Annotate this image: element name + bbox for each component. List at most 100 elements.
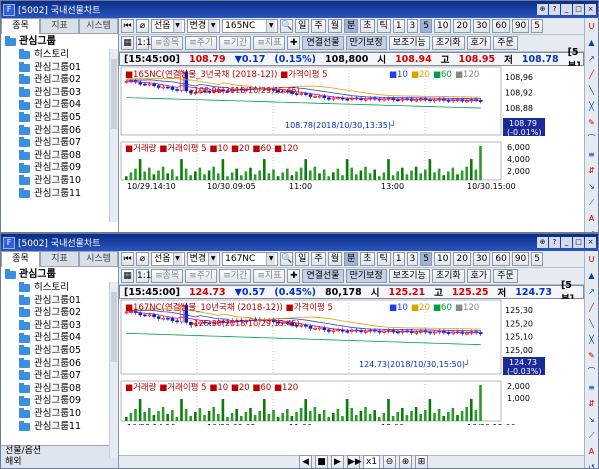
link-icon[interactable]: ⊕	[537, 4, 548, 15]
draw-tool-icon[interactable]: A	[587, 447, 597, 457]
draw-tool-icon[interactable]: ▲	[587, 38, 597, 48]
left-bottom-item[interactable]: 해외	[1, 457, 118, 468]
group-item[interactable]: 관심그룹08	[19, 383, 118, 396]
group-item[interactable]: 관심그룹10	[19, 175, 118, 188]
option-button[interactable]: 주문	[493, 36, 518, 50]
option-button[interactable]: 초기화	[431, 269, 465, 283]
tool-button[interactable]: ≡종목	[151, 269, 184, 283]
group-item[interactable]: 관심그룹04	[19, 99, 118, 112]
period-button[interactable]: 5	[420, 252, 433, 266]
tab-2[interactable]: 시스템	[79, 18, 118, 34]
tab-1[interactable]: 지표	[40, 251, 79, 267]
draw-tool-icon[interactable]: ↘	[587, 415, 597, 425]
period-button[interactable]: 월	[327, 252, 342, 266]
tab-1[interactable]: 지표	[40, 18, 79, 34]
group-item[interactable]: 관심그룹07	[19, 137, 118, 150]
group-header[interactable]: 관심그룹	[1, 34, 118, 49]
nav-button[interactable]: ▶	[331, 455, 344, 468]
tool-button[interactable]: ≡주기	[185, 269, 218, 283]
period-button[interactable]: 주	[311, 19, 326, 33]
group-item[interactable]: 관심그룹05	[19, 112, 118, 125]
zoom-button[interactable]: ⊖	[383, 455, 397, 468]
draw-tool-icon[interactable]: U	[587, 255, 597, 265]
option-button[interactable]: 연결선물	[302, 269, 344, 283]
crosshair-icon[interactable]: ✚	[287, 269, 301, 283]
group-item[interactable]: 관심그룹02	[19, 307, 118, 320]
tab-2[interactable]: 시스템	[79, 251, 118, 267]
period-button[interactable]: 10	[434, 252, 452, 266]
period-button[interactable]: 틱	[376, 19, 391, 33]
period-button[interactable]: 1	[392, 252, 405, 266]
draw-tool-icon[interactable]: ✎	[587, 351, 597, 361]
price-chart[interactable]: 125,30125,20125,10125,00124,90124.73(-0.…	[119, 299, 586, 425]
code-input[interactable]: 167NC ▼	[222, 252, 279, 266]
zoom-button[interactable]: ⊞	[415, 455, 429, 468]
group-item[interactable]: 관심그룹02	[19, 74, 118, 87]
group-header[interactable]: 관심그룹	[1, 267, 118, 282]
draw-tool-icon[interactable]: ⇵	[587, 399, 597, 409]
help-icon[interactable]: ?	[549, 237, 560, 248]
draw-tool-icon[interactable]: ╱	[587, 70, 597, 80]
draw-tool-icon[interactable]: ╳	[587, 335, 597, 345]
draw-tool-icon[interactable]: U	[587, 22, 597, 32]
period-button[interactable]: 30	[472, 19, 491, 33]
maximize-icon[interactable]: □	[573, 237, 584, 248]
group-item[interactable]: 관심그룹11	[19, 188, 118, 201]
period-button[interactable]: 60	[492, 19, 510, 33]
group-item[interactable]: 관심그룹03	[19, 87, 118, 100]
price-chart[interactable]: 108,96108,92108,88108,84108.79(-0.01%)■1…	[119, 66, 586, 189]
group-item[interactable]: 히스토리	[19, 49, 118, 62]
group-item[interactable]: 히스토리	[19, 282, 118, 295]
tool-button[interactable]: ≡종목	[151, 36, 184, 50]
period-button[interactable]: 월	[327, 19, 342, 33]
zoom-button[interactable]: ⊕	[399, 455, 413, 468]
search-icon[interactable]: 🔍	[280, 19, 294, 33]
tab-0[interactable]: 종목	[1, 18, 40, 34]
maximize-icon[interactable]: □	[573, 4, 584, 15]
search-icon[interactable]: 🔍	[280, 252, 294, 266]
draw-tool-icon[interactable]: ╲	[587, 319, 597, 329]
tree-scrollbar[interactable]	[109, 49, 118, 222]
period-button[interactable]: 60	[492, 252, 510, 266]
grid-icon[interactable]: ▦	[121, 36, 134, 50]
option-button[interactable]: 주문	[493, 269, 518, 283]
option-button[interactable]: 초기화	[431, 36, 465, 50]
nav-button[interactable]: ▶▶	[347, 455, 362, 468]
option-button[interactable]: 만기보정	[345, 269, 387, 283]
draw-tool-icon[interactable]: ╲	[587, 86, 597, 96]
nav-button[interactable]: ■	[315, 455, 328, 468]
group-item[interactable]: 관심그룹03	[19, 320, 118, 333]
pin-icon[interactable]: ⌀	[136, 19, 149, 33]
draw-tool-icon[interactable]: ⟋	[587, 198, 597, 208]
period-button[interactable]: 5	[531, 19, 544, 33]
group-item[interactable]: 관심그룹04	[19, 332, 118, 345]
period-button[interactable]: 3	[406, 252, 419, 266]
group-item[interactable]: 관심그룹10	[19, 408, 118, 421]
group-item[interactable]: 관심그룹08	[19, 150, 118, 163]
draw-tool-icon[interactable]: ▲	[587, 271, 597, 281]
minimize-icon[interactable]: _	[561, 237, 572, 248]
crosshair-icon[interactable]: ✚	[287, 36, 301, 50]
period-button[interactable]: 일	[295, 252, 310, 266]
minimize-icon[interactable]: _	[561, 4, 572, 15]
type-select[interactable]: 선옵 ▼	[151, 252, 185, 266]
one-to-one-icon[interactable]: 1:1	[136, 36, 151, 50]
period-button[interactable]: 30	[472, 252, 491, 266]
period-button[interactable]: 5	[531, 252, 544, 266]
group-item[interactable]: 관심그룹01	[19, 62, 118, 75]
draw-tool-icon[interactable]: ↗	[587, 54, 597, 64]
draw-tool-icon[interactable]: ✎	[587, 118, 597, 128]
period-button[interactable]: 90	[511, 19, 530, 33]
draw-tool-icon[interactable]: ⌒	[587, 367, 597, 377]
draw-tool-icon[interactable]: ≡	[587, 150, 597, 160]
period-button[interactable]: 20	[453, 252, 471, 266]
period-button[interactable]: 분	[343, 19, 359, 33]
group-item[interactable]: 관심그룹09	[19, 162, 118, 175]
first-icon[interactable]: ⏮	[121, 19, 134, 33]
period-button[interactable]: 분	[343, 252, 359, 266]
period-button[interactable]: 3	[406, 19, 419, 33]
period-button[interactable]: 1	[392, 19, 405, 33]
draw-tool-icon[interactable]: ↘	[587, 182, 597, 192]
change-select[interactable]: 변경 ▼	[186, 252, 221, 266]
option-button[interactable]: 보조기능	[388, 269, 430, 283]
